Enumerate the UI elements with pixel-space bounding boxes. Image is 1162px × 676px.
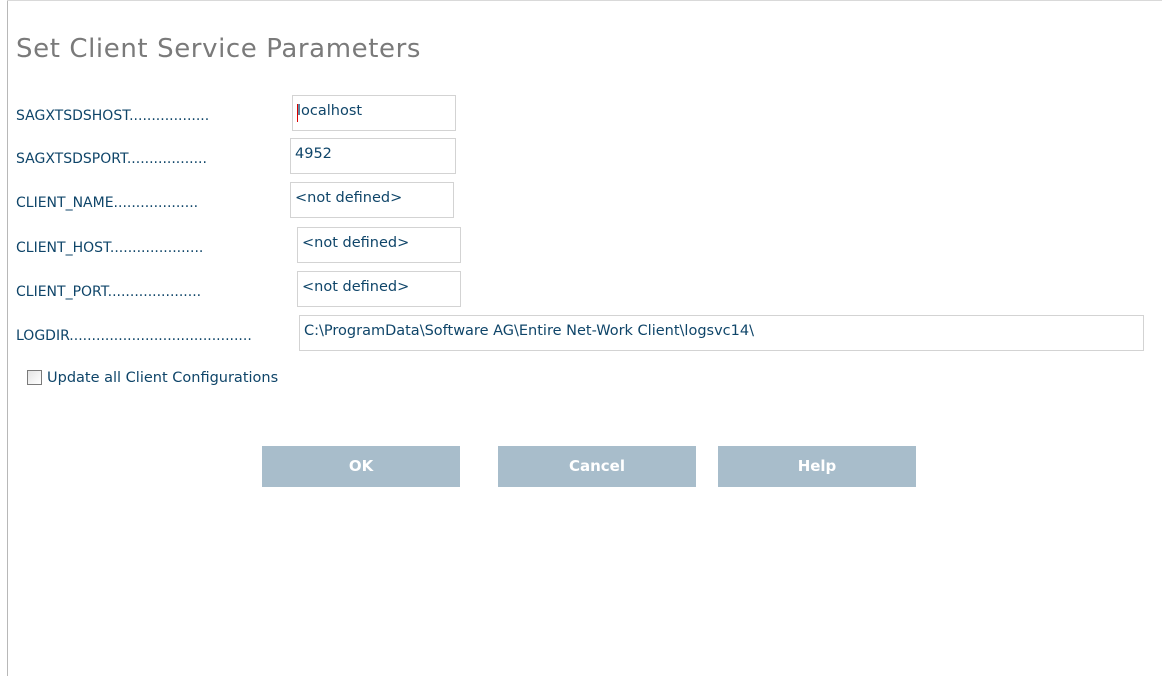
update-all-configurations-label: Update all Client Configurations xyxy=(47,370,279,386)
field-label-sagxtsdshost: SAGXTSDSHOST.................. xyxy=(16,108,210,124)
cancel-button[interactable]: Cancel xyxy=(498,446,696,487)
update-all-configurations-checkbox[interactable] xyxy=(27,370,42,385)
field-label-client-port: CLIENT_PORT..................... xyxy=(16,284,202,300)
client-host-input[interactable]: <not defined> xyxy=(297,227,461,263)
logdir-value: C:\ProgramData\Software AG\Entire Net-Wo… xyxy=(304,323,754,339)
sagxtsdsport-value: 4952 xyxy=(295,146,332,162)
text-cursor xyxy=(297,104,298,122)
client-name-value: <not defined> xyxy=(295,190,403,206)
window-top-border xyxy=(7,0,1162,1)
client-port-input[interactable]: <not defined> xyxy=(297,271,461,307)
client-host-value: <not defined> xyxy=(302,235,410,251)
field-label-client-host: CLIENT_HOST..................... xyxy=(16,240,204,256)
help-button[interactable]: Help xyxy=(718,446,916,487)
sagxtsdshost-value: localhost xyxy=(297,103,363,119)
page-title: Set Client Service Parameters xyxy=(16,34,422,64)
logdir-input[interactable]: C:\ProgramData\Software AG\Entire Net-Wo… xyxy=(299,315,1144,351)
field-label-sagxtsdsport: SAGXTSDSPORT.................. xyxy=(16,151,207,167)
field-label-logdir: LOGDIR..................................… xyxy=(16,328,252,344)
ok-button[interactable]: OK xyxy=(262,446,460,487)
sagxtsdshost-input[interactable]: localhost xyxy=(292,95,456,131)
window-left-border xyxy=(7,0,8,676)
client-port-value: <not defined> xyxy=(302,279,410,295)
sagxtsdsport-input[interactable]: 4952 xyxy=(290,138,456,174)
client-name-input[interactable]: <not defined> xyxy=(290,182,454,218)
field-label-client-name: CLIENT_NAME................... xyxy=(16,195,199,211)
